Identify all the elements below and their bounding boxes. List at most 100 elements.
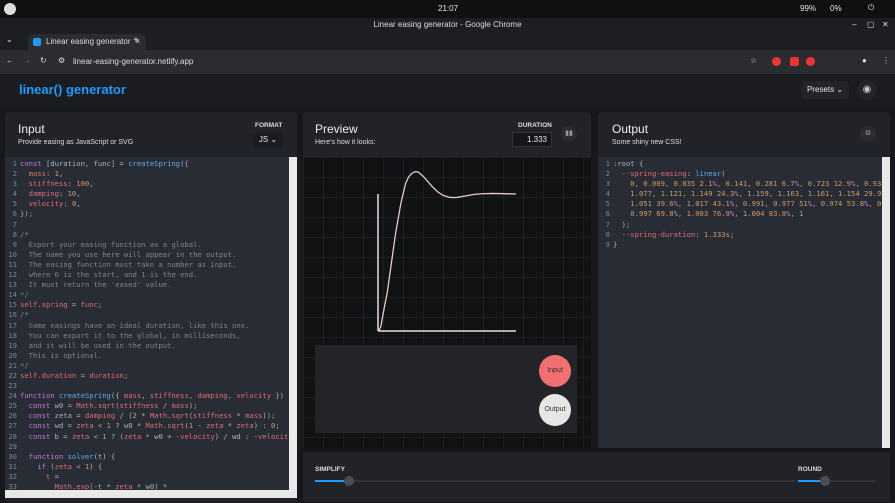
line-number: 11 <box>8 259 17 269</box>
code-line: 12 where 0 is the start, and 1 is the en… <box>5 270 289 280</box>
preview-title: Preview <box>315 122 358 136</box>
code-token: stiffness <box>193 411 233 421</box>
code-token: 1.077, 1.121, 1.149 24.3 <box>613 189 735 199</box>
line-number: 3 <box>12 179 17 189</box>
simplify-slider[interactable] <box>315 476 795 486</box>
round-slider[interactable] <box>798 476 875 486</box>
line-number: 32 <box>8 471 17 481</box>
simplify-thumb[interactable] <box>343 476 354 486</box>
code-token: function <box>20 451 64 461</box>
line-number: 17 <box>8 320 17 330</box>
code-token: if <box>20 461 46 471</box>
bookmark-star-icon[interactable]: ☆ <box>750 56 757 65</box>
tab-search-icon[interactable]: ⌄ <box>6 35 13 44</box>
site-info-icon[interactable]: ⚙ <box>58 56 65 65</box>
code-token: ( <box>721 169 726 179</box>
line-number: 29 <box>8 441 17 451</box>
line-number: 6 <box>605 209 610 219</box>
profile-icon[interactable]: ● <box>862 56 867 65</box>
code-line: 10 The name you use here will appear in … <box>5 250 289 260</box>
line-number: 10 <box>8 249 17 259</box>
code-token: You can export it to the global, in mill… <box>20 330 241 340</box>
code-token: < <box>93 421 107 431</box>
code-token: sqrt <box>97 401 116 411</box>
code-token: zeta <box>54 461 72 471</box>
back-icon[interactable]: ← <box>6 56 14 65</box>
line-number: 26 <box>8 411 17 421</box>
forward-icon[interactable]: → <box>23 56 31 65</box>
code-token: , 1.003 76.9 <box>677 209 730 219</box>
code-token: w0 = <box>50 401 77 411</box>
line-number: 7 <box>605 219 610 229</box>
code-token: function <box>20 391 55 401</box>
code-token: 0.997 69.8 <box>613 209 674 219</box>
code-token: * <box>223 421 237 431</box>
app-header <box>0 74 895 108</box>
power-icon[interactable]: ⏻ <box>868 3 874 13</box>
line-number: 13 <box>8 280 17 290</box>
code-line: 15 self.spring = func; <box>5 300 289 310</box>
code-line: 30 function solver(t) { <box>5 452 289 462</box>
code-token: velocity <box>236 391 272 401</box>
animation-box: Input Output <box>315 345 577 433</box>
code-token: Some easings have an ideal duration, lik… <box>20 320 250 330</box>
format-select[interactable]: JS ⌄ <box>253 133 283 147</box>
adblock-icon[interactable] <box>806 57 815 66</box>
code-token: velocity <box>180 431 215 441</box>
new-tab-button[interactable]: + <box>133 35 139 46</box>
code-token: 1.333s <box>703 229 730 239</box>
code-line: 20 This is optional. <box>5 351 289 361</box>
code-token: */ <box>20 360 29 370</box>
code-token: zeta <box>115 482 133 490</box>
preview-panel: Preview Here's how it looks: DURATION 1.… <box>303 112 591 448</box>
os-logo-icon[interactable] <box>4 3 16 15</box>
github-icon[interactable]: ◉ <box>857 80 877 100</box>
extension-icon[interactable] <box>772 57 781 66</box>
code-token: , 0.974 53.8 <box>812 199 865 209</box>
code-token: const <box>20 159 42 168</box>
round-thumb[interactable] <box>819 476 830 486</box>
vertical-scrollbar[interactable] <box>289 157 297 490</box>
code-token: , 1.004 83.8 <box>734 209 787 219</box>
status-extra: 0% <box>830 4 842 13</box>
tab-linear-easing[interactable]: Linear easing generator × <box>28 34 146 50</box>
output-title: Output <box>612 122 649 136</box>
line-number: 33 <box>8 482 17 490</box>
minimize-icon[interactable]: – <box>852 18 856 32</box>
code-token: ( <box>45 461 55 471</box>
line-number: 19 <box>8 340 17 350</box>
code-token: sqrt <box>167 421 185 431</box>
code-line: 3 0, 0.009, 0.035 2.1%, 0.141, 0.281 6.7… <box>598 179 882 189</box>
code-token: zeta <box>76 421 94 431</box>
code-token: const <box>20 401 51 411</box>
output-css-code[interactable]: 1:root {2 --spring-easing: linear(3 0, 0… <box>598 157 882 448</box>
code-token: func <box>80 300 98 310</box>
menu-icon[interactable]: ⋮ <box>882 56 890 65</box>
close-window-icon[interactable]: ✕ <box>882 18 889 32</box>
copy-icon[interactable]: ⧉ <box>860 126 876 142</box>
maximize-icon[interactable]: ▢ <box>867 18 875 32</box>
code-token: self.spring <box>20 300 68 310</box>
vertical-scrollbar[interactable] <box>882 157 890 448</box>
url-field[interactable]: linear-easing-generator.netlify.app <box>73 57 193 66</box>
line-number: 5 <box>12 199 17 209</box>
line-number: 27 <box>8 421 17 431</box>
code-token: } <box>613 239 618 249</box>
code-token: Math <box>20 482 72 490</box>
code-token: : <box>63 199 72 209</box>
line-number: 30 <box>8 451 17 461</box>
code-token: , 0.938 16.7 <box>855 179 882 189</box>
code-token: 10 <box>67 189 77 199</box>
code-token: mass <box>245 411 263 421</box>
output-panel: Output Some shiny new CSS! ⧉ 1:root {2 -… <box>598 112 890 448</box>
extension-icon[interactable] <box>790 57 799 66</box>
horizontal-scrollbar[interactable] <box>5 490 297 498</box>
reload-icon[interactable]: ↻ <box>40 56 47 65</box>
presets-dropdown[interactable]: Presets ⌄ <box>801 81 849 99</box>
pause-icon[interactable]: ▮▮ <box>561 126 577 142</box>
code-line: 4 1.077, 1.121, 1.149 24.3%, 1.159, 1.16… <box>598 189 882 199</box>
simplify-label: SIMPLIFY <box>315 466 345 473</box>
duration-input[interactable]: 1.333 <box>512 132 552 147</box>
input-code-editor[interactable]: 1 const [duration, func] = createSpring({… <box>5 157 289 490</box>
code-line: 3 stiffness: 100, <box>5 179 289 189</box>
